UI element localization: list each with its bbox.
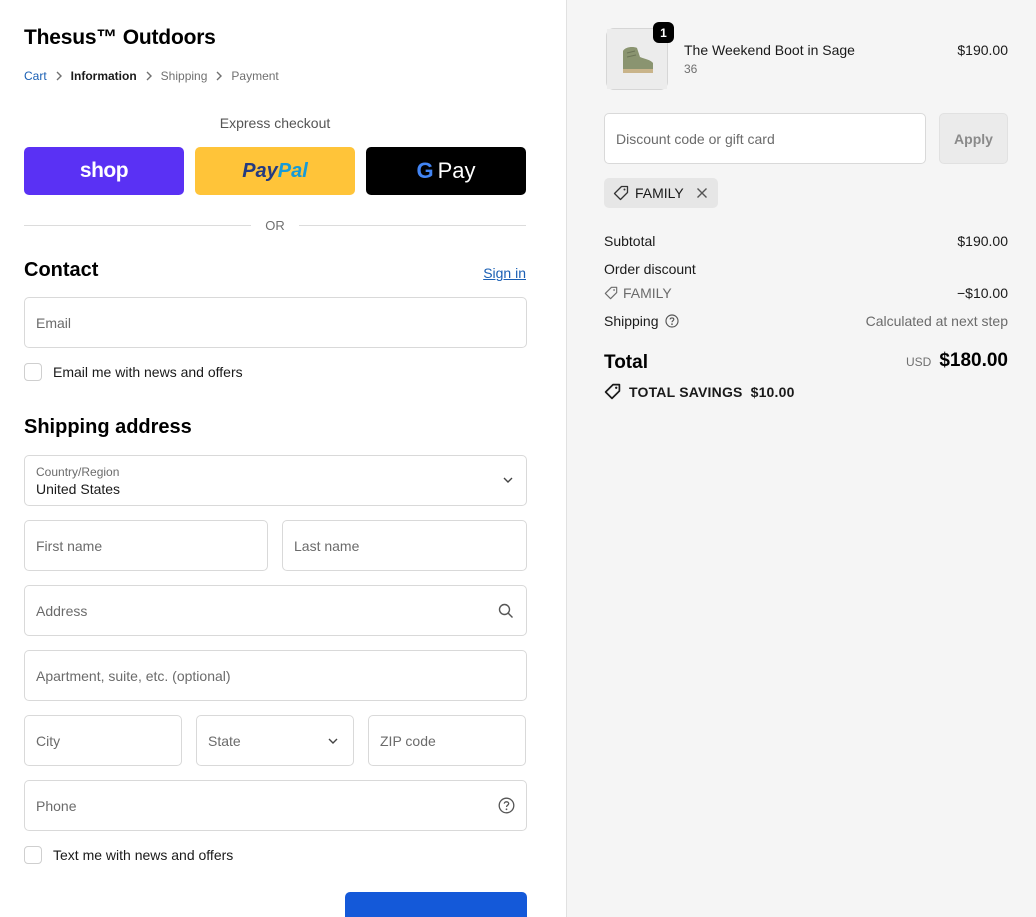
chevron-right-icon bbox=[207, 71, 231, 81]
first-name-placeholder: First name bbox=[36, 537, 103, 554]
subtotal-label: Subtotal bbox=[604, 233, 656, 249]
checkout-form-panel: Thesus™ Outdoors Cart Information Shippi… bbox=[0, 0, 566, 917]
apartment-input[interactable]: Apartment, suite, etc. (optional) bbox=[24, 650, 527, 701]
discount-code-placeholder: Discount code or gift card bbox=[616, 130, 775, 147]
phone-placeholder: Phone bbox=[36, 797, 77, 814]
google-pay-label: Pay bbox=[437, 158, 476, 183]
first-name-input[interactable]: First name bbox=[24, 520, 268, 571]
product-name: The Weekend Boot in Sage bbox=[684, 42, 855, 58]
phone-input[interactable]: Phone bbox=[24, 780, 527, 831]
state-select[interactable]: State bbox=[196, 715, 354, 766]
address-input[interactable]: Address bbox=[24, 585, 527, 636]
total-value: $180.00 bbox=[939, 350, 1008, 371]
state-placeholder: State bbox=[208, 732, 241, 749]
shipping-address-title: Shipping address bbox=[24, 416, 192, 438]
discount-code-input[interactable]: Discount code or gift card bbox=[604, 113, 926, 164]
paypal-button[interactable]: Pay Pal bbox=[195, 147, 355, 195]
apartment-placeholder: Apartment, suite, etc. (optional) bbox=[36, 667, 231, 684]
total-label: Total bbox=[604, 352, 648, 373]
discount-code-label: FAMILY bbox=[623, 285, 672, 301]
breadcrumb: Cart Information Shipping Payment bbox=[24, 69, 279, 83]
chevron-down-icon bbox=[502, 473, 514, 489]
zip-input[interactable]: ZIP code bbox=[368, 715, 526, 766]
text-news-label: Text me with news and offers bbox=[53, 847, 234, 863]
shipping-label: Shipping bbox=[604, 313, 659, 329]
total-savings-label: TOTAL SAVINGS bbox=[629, 383, 743, 400]
quantity-badge: 1 bbox=[653, 22, 674, 43]
express-checkout-label: Express checkout bbox=[219, 115, 331, 131]
order-discount-label: Order discount bbox=[604, 261, 696, 277]
text-news-checkbox-row[interactable]: Text me with news and offers bbox=[24, 846, 233, 864]
paypal-logo-part2: Pal bbox=[277, 159, 308, 182]
total-savings-value: $10.00 bbox=[750, 383, 795, 400]
help-circle-icon[interactable] bbox=[664, 314, 679, 328]
currency-code: USD bbox=[905, 355, 932, 369]
subtotal-value: $190.00 bbox=[957, 233, 1008, 249]
chevron-down-icon bbox=[324, 732, 342, 750]
contact-title: Contact bbox=[24, 259, 99, 281]
product-price: $190.00 bbox=[957, 42, 1008, 58]
country-select[interactable]: Country/Region United States bbox=[24, 455, 527, 506]
email-news-checkbox[interactable] bbox=[24, 363, 42, 381]
product-variant: 36 bbox=[684, 62, 698, 76]
breadcrumb-information: Information bbox=[70, 69, 137, 83]
text-news-checkbox[interactable] bbox=[24, 846, 42, 864]
total-savings: TOTAL SAVINGS $10.00 bbox=[604, 383, 795, 400]
shipping-row: Shipping Calculated at next step bbox=[604, 313, 1008, 329]
country-value: United States bbox=[36, 480, 121, 497]
breadcrumb-cart[interactable]: Cart bbox=[24, 69, 47, 83]
help-circle-icon[interactable] bbox=[497, 797, 515, 815]
paypal-logo-part1: Pay bbox=[242, 159, 278, 182]
email-news-checkbox-row[interactable]: Email me with news and offers bbox=[24, 363, 243, 381]
order-discount-row: Order discount bbox=[604, 261, 1008, 277]
store-title[interactable]: Thesus™ Outdoors bbox=[24, 26, 216, 50]
chevron-right-icon bbox=[47, 71, 71, 81]
shop-pay-logo: shop bbox=[79, 159, 129, 182]
apply-discount-button[interactable]: Apply bbox=[939, 113, 1008, 164]
sign-in-link[interactable]: Sign in bbox=[483, 265, 526, 281]
email-input[interactable]: Email bbox=[24, 297, 527, 348]
applied-discount-code: FAMILY bbox=[635, 185, 684, 201]
subtotal-row: Subtotal $190.00 bbox=[604, 233, 1008, 249]
country-label: Country/Region bbox=[36, 464, 120, 479]
breadcrumb-shipping: Shipping bbox=[160, 69, 208, 83]
zip-placeholder: ZIP code bbox=[380, 732, 436, 749]
total-amount: USD $180.00 bbox=[906, 350, 1008, 372]
chevron-right-icon bbox=[137, 71, 161, 81]
search-icon bbox=[497, 602, 515, 620]
google-pay-button[interactable]: G Pay bbox=[366, 147, 526, 195]
email-news-label: Email me with news and offers bbox=[53, 364, 243, 380]
city-placeholder: City bbox=[36, 732, 61, 749]
or-divider: OR bbox=[24, 218, 526, 233]
breadcrumb-payment: Payment bbox=[231, 69, 279, 83]
tag-icon bbox=[604, 286, 618, 300]
tag-icon bbox=[613, 185, 629, 201]
google-g-icon: G bbox=[416, 158, 434, 183]
last-name-placeholder: Last name bbox=[294, 537, 360, 554]
close-icon[interactable] bbox=[696, 187, 708, 199]
applied-discount-chip: FAMILY bbox=[604, 178, 718, 208]
discount-value: −$10.00 bbox=[957, 285, 1008, 301]
shop-pay-button[interactable]: shop bbox=[24, 147, 184, 195]
address-placeholder: Address bbox=[36, 602, 88, 619]
last-name-input[interactable]: Last name bbox=[282, 520, 527, 571]
shipping-value: Calculated at next step bbox=[865, 313, 1008, 329]
discount-code-row: FAMILY −$10.00 bbox=[604, 285, 1008, 301]
city-input[interactable]: City bbox=[24, 715, 182, 766]
or-label: OR bbox=[265, 218, 285, 233]
continue-to-shipping-button[interactable] bbox=[345, 892, 527, 917]
tag-icon bbox=[604, 383, 621, 400]
email-placeholder: Email bbox=[36, 314, 72, 331]
